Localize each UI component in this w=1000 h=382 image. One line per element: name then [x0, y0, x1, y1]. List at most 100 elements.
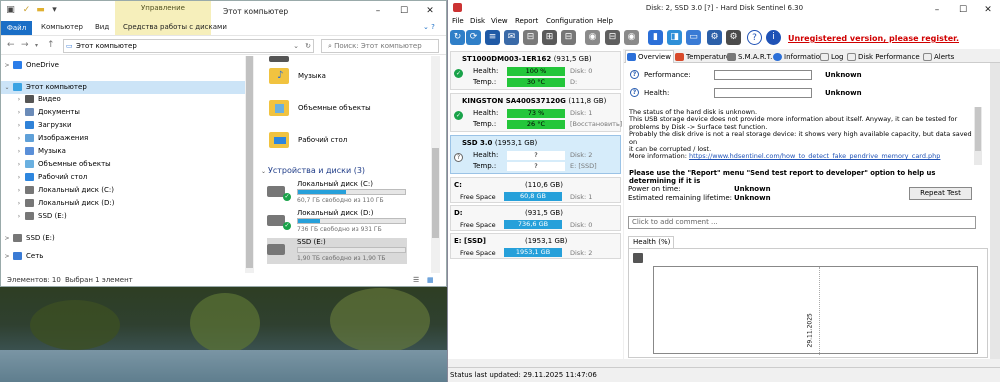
menu-report[interactable]: Report — [515, 17, 538, 25]
refresh-all-icon[interactable]: ⟳ — [466, 30, 481, 45]
chevron-right-icon[interactable]: › — [15, 145, 23, 158]
minimize-button[interactable]: – — [365, 4, 391, 18]
chevron-right-icon[interactable]: › — [15, 106, 23, 119]
recent-locations-icon[interactable]: ▾ — [35, 42, 38, 49]
disk-icon[interactable]: ◉ — [585, 30, 600, 45]
ribbon-tab-computer[interactable]: Компьютер — [41, 23, 83, 31]
chevron-right-icon[interactable]: › — [15, 119, 23, 132]
tab-alerts[interactable]: Alerts — [922, 51, 954, 63]
expand-ribbon-icon[interactable]: ⌄ ? — [423, 23, 435, 31]
navigation-scrollbar[interactable] — [245, 56, 254, 273]
menu-view[interactable]: View — [491, 17, 508, 25]
chevron-right-icon[interactable]: › — [15, 158, 23, 171]
volume-entry[interactable]: D: (931,5 GB) Free Space 736,6 GB Disk: 0 — [450, 205, 621, 231]
nav-item[interactable]: › Локальный диск (D:) — [1, 197, 245, 210]
close-button[interactable]: ✕ — [417, 4, 443, 18]
menu-disk[interactable]: Disk — [470, 17, 485, 25]
devices-group-header[interactable]: ⌄ Устройства и диски (3) — [261, 166, 365, 175]
more-info-link[interactable]: https://www.hdsentinel.com/how_to_detect… — [689, 152, 940, 160]
drive-tile[interactable]: ✓ Локальный диск (C:) 60,7 ГБ свободно из … — [267, 180, 407, 206]
nav-item[interactable]: › Рабочий стол — [1, 171, 245, 184]
content-scrollbar[interactable] — [431, 56, 440, 273]
backup-icon[interactable]: ◨ — [667, 30, 682, 45]
address-input[interactable]: ▭ Этот компьютер ⌄ ↻ — [63, 39, 314, 53]
save-icon[interactable] — [633, 253, 643, 263]
acoustic-icon[interactable]: ⊟ — [605, 30, 620, 45]
chevron-right-icon[interactable]: › — [15, 210, 23, 223]
chevron-right-icon[interactable]: › — [15, 132, 23, 145]
chevron-right-icon[interactable]: › — [15, 197, 23, 210]
nav-item[interactable]: › Видео — [1, 93, 245, 106]
forward-arrow-icon[interactable]: → — [21, 40, 29, 50]
chevron-right-icon[interactable]: › — [15, 184, 23, 197]
tab-information[interactable]: Information — [772, 51, 825, 63]
nav-item[interactable]: › Локальный диск (C:) — [1, 184, 245, 197]
chevron-right-icon[interactable]: > — [3, 232, 11, 245]
disk-info-icon[interactable]: ◉ — [624, 30, 639, 45]
chevron-right-icon[interactable]: › — [15, 93, 23, 106]
device-icon[interactable]: ▮ — [648, 30, 663, 45]
surface-test-icon[interactable]: ⊞ — [542, 30, 557, 45]
desktop-folder-icon[interactable] — [269, 132, 289, 148]
quick-access-dropdown-icon[interactable]: ▾ — [49, 5, 60, 16]
address-dropdown-icon[interactable]: ⌄ — [293, 40, 299, 52]
scrollbar-thumb[interactable] — [246, 56, 253, 268]
nav-item[interactable]: › Документы — [1, 106, 245, 119]
alerts-icon[interactable]: ⚙ — [726, 30, 741, 45]
about-icon[interactable]: i — [766, 30, 781, 45]
close-button[interactable]: ✕ — [975, 3, 1000, 17]
monitor-icon[interactable]: ▭ — [686, 30, 701, 45]
folder-label[interactable]: Музыка — [298, 72, 326, 80]
nav-item[interactable]: › Объемные объекты — [1, 158, 245, 171]
health-chart-tab[interactable]: Health (%) — [628, 236, 674, 248]
nav-item[interactable]: › SSD (E:) — [1, 210, 245, 223]
folder-label[interactable]: Рабочий стол — [298, 136, 347, 144]
tab-overview[interactable]: Overview — [625, 50, 674, 64]
nav-item[interactable]: › Загрузки — [1, 119, 245, 132]
ribbon-tab-disk-tools[interactable]: Средства работы с дисками — [123, 23, 227, 31]
tab-log[interactable]: Log — [819, 51, 844, 63]
chevron-right-icon[interactable]: > — [3, 250, 11, 263]
menu-file[interactable]: File — [452, 17, 464, 25]
volume-entry[interactable]: E: [SSD] (1953,1 GB) Free Space 1953,1 GB Di… — [450, 233, 621, 259]
3d-objects-folder-icon[interactable] — [269, 100, 289, 116]
disk-entry[interactable]: SSD 3.0 (1953,1 GB)? Health:? Disk: 2 Temp.… — [450, 135, 621, 174]
tab-smart[interactable]: S.M.A.R.T. — [726, 51, 772, 63]
nav-item[interactable]: > Сеть — [1, 250, 245, 263]
nav-item[interactable]: › Изображения — [1, 132, 245, 145]
smart-test-icon[interactable]: ⊟ — [561, 30, 576, 45]
minimize-button[interactable]: – — [924, 3, 950, 17]
drive-test-icon[interactable]: ⊟ — [523, 30, 538, 45]
scrollbar-thumb[interactable] — [975, 107, 981, 151]
comment-input[interactable]: Click to add comment ... — [628, 216, 976, 229]
help-icon[interactable]: ? — [747, 30, 762, 45]
scrollbar-thumb[interactable] — [432, 148, 439, 238]
repeat-test-button[interactable]: Repeat Test — [909, 187, 972, 200]
nav-item[interactable]: > OneDrive — [1, 59, 245, 72]
maximize-button[interactable]: ☐ — [950, 3, 976, 17]
send-report-icon[interactable]: ✉ — [504, 30, 519, 45]
back-arrow-icon[interactable]: ← — [7, 40, 15, 50]
menu-help[interactable]: Help — [597, 17, 613, 25]
status-scrollbar[interactable] — [974, 107, 982, 165]
tab-disk-performance[interactable]: Disk Performance — [846, 51, 920, 63]
properties-icon[interactable]: ✓ — [21, 5, 32, 16]
chevron-right-icon[interactable]: > — [3, 59, 11, 72]
volume-entry[interactable]: C: (110,6 GB) Free Space 60,8 GB Disk: 1 — [450, 177, 621, 203]
report-icon[interactable]: ≡ — [485, 30, 500, 45]
nav-item[interactable]: › Музыка — [1, 145, 245, 158]
disk-entry[interactable]: ST1000DM003-1ER162 (931,5 GB) ✓ Health: 100… — [450, 51, 621, 90]
settings-gear-icon[interactable]: ⚙ — [707, 30, 722, 45]
drive-tile[interactable]: ✓ Локальный диск (D:) 736 ГБ свободно из 9… — [267, 209, 407, 235]
music-folder-icon[interactable]: ♪ — [269, 68, 289, 84]
right-scrollbar[interactable] — [990, 63, 1000, 359]
details-view-icon[interactable]: ☰ — [413, 273, 419, 286]
new-folder-icon[interactable]: ▬ — [35, 5, 46, 16]
menu-configuration[interactable]: Configuration — [546, 17, 593, 25]
unregistered-link[interactable]: Unregistered version, please register. — [788, 34, 959, 43]
search-input[interactable]: ⌕ Поиск: Этот компьютер — [321, 39, 439, 53]
refresh-icon[interactable]: ↻ — [450, 30, 465, 45]
maximize-button[interactable]: ☐ — [391, 4, 417, 18]
chevron-right-icon[interactable]: › — [15, 171, 23, 184]
folder-label[interactable]: Объемные объекты — [298, 104, 371, 112]
